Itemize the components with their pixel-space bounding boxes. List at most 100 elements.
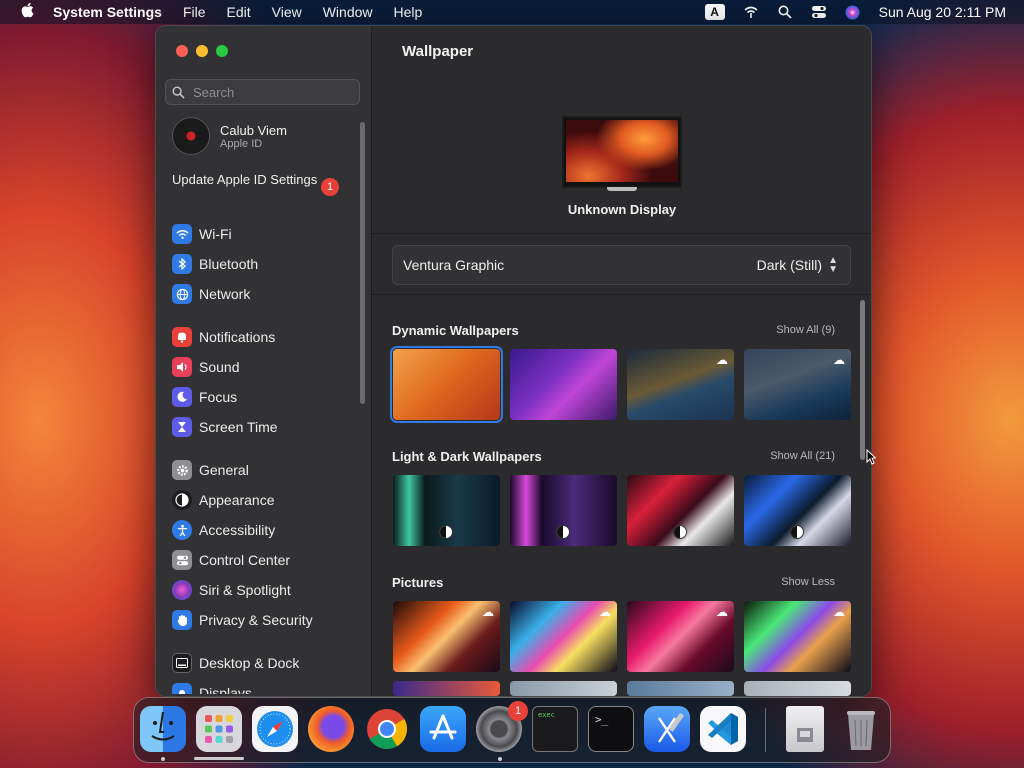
dock-icon	[172, 653, 192, 673]
apple-menu-icon[interactable]	[18, 2, 36, 23]
wallpaper-thumb[interactable]	[510, 349, 617, 420]
sidebar-item-label: Accessibility	[199, 522, 276, 538]
running-indicator	[498, 757, 502, 761]
wallpaper-thumb[interactable]	[627, 681, 734, 696]
dock-trash-icon[interactable]	[838, 706, 884, 752]
sidebar-item-displays[interactable]: Displays	[172, 682, 252, 694]
wallpaper-thumb[interactable]	[744, 475, 851, 546]
sidebar-item-siri-spotlight[interactable]: Siri & Spotlight	[172, 579, 291, 601]
sidebar-item-wifi[interactable]: Wi-Fi	[172, 223, 232, 245]
wallpaper-thumb[interactable]: ☁	[510, 601, 617, 672]
download-cloud-icon[interactable]: ☁	[716, 353, 728, 367]
clock[interactable]: Sun Aug 20 2:11 PM	[879, 4, 1006, 20]
wallpaper-thumb[interactable]: ☁	[393, 601, 500, 672]
sidebar-item-screen-time[interactable]: Screen Time	[172, 416, 278, 438]
wallpaper-style-select[interactable]: Ventura Graphic Dark (Still) ▲ ▼	[392, 245, 851, 285]
dock-firefox-icon[interactable]	[308, 706, 354, 752]
control-center-icon[interactable]	[811, 4, 827, 20]
dock-script-editor-icon[interactable]: exec	[532, 706, 578, 752]
display-preview	[562, 116, 682, 188]
sidebar-item-desktop-dock[interactable]: Desktop & Dock	[172, 652, 299, 674]
current-wallpaper-name: Ventura Graphic	[403, 257, 505, 273]
sidebar-item-label: Siri & Spotlight	[199, 582, 291, 598]
wallpaper-thumb[interactable]: ☁	[744, 349, 851, 420]
hand-icon	[172, 610, 192, 630]
control-center-icon	[172, 550, 192, 570]
sidebar-item-label: Control Center	[199, 552, 291, 568]
dock-safari-icon[interactable]	[252, 706, 298, 752]
wallpaper-thumb[interactable]	[744, 681, 851, 696]
sidebar-scrollbar[interactable]	[360, 122, 365, 404]
siri-icon[interactable]	[845, 4, 861, 20]
zoom-button[interactable]	[216, 45, 228, 57]
wallpaper-thumb[interactable]	[627, 475, 734, 546]
search-icon	[172, 86, 185, 99]
stepper-chevron-icon[interactable]: ▲ ▼	[828, 256, 838, 275]
sidebar-item-focus[interactable]: Focus	[172, 386, 237, 408]
wallpaper-thumb[interactable]	[393, 475, 500, 546]
input-source-icon[interactable]: A	[704, 4, 725, 20]
dock-finder-icon[interactable]	[140, 706, 186, 752]
download-cloud-icon[interactable]: ☁	[599, 605, 611, 619]
wallpaper-thumb[interactable]: ☁	[744, 601, 851, 672]
dock-vscode-icon[interactable]	[700, 706, 746, 752]
sidebar-item-accessibility[interactable]: Accessibility	[172, 519, 275, 541]
page-title: Wallpaper	[402, 43, 474, 60]
wallpaper-thumb[interactable]: ☁	[627, 349, 734, 420]
dock-files-icon[interactable]	[786, 706, 824, 752]
app-menu[interactable]: System Settings	[53, 4, 162, 20]
sidebar-item-bluetooth[interactable]: Bluetooth	[172, 253, 258, 275]
sidebar-list: Calub Viem Apple ID Update Apple ID Sett…	[156, 114, 361, 694]
sidebar-item-control-center[interactable]: Control Center	[172, 549, 290, 571]
wallpaper-thumb[interactable]	[510, 475, 617, 546]
wifi-status-icon[interactable]	[743, 4, 759, 20]
bell-icon	[172, 327, 192, 347]
close-button[interactable]	[176, 45, 188, 57]
apple-id-account[interactable]: Calub Viem Apple ID	[172, 117, 287, 155]
wallpaper-thumb[interactable]	[510, 681, 617, 696]
download-cloud-icon[interactable]: ☁	[833, 353, 845, 367]
dock-app-store-icon[interactable]	[420, 706, 466, 752]
sidebar-item-label: Desktop & Dock	[199, 655, 300, 671]
sidebar-item-privacy-security[interactable]: Privacy & Security	[172, 609, 313, 631]
accessibility-icon	[172, 520, 192, 540]
wallpaper-thumb[interactable]	[393, 681, 500, 696]
siri-icon	[172, 580, 192, 600]
content-scrollbar[interactable]	[860, 300, 865, 460]
menu-window[interactable]: Window	[323, 4, 373, 20]
wallpaper-thumb[interactable]	[390, 346, 503, 423]
download-cloud-icon[interactable]: ☁	[833, 605, 845, 619]
sidebar-item-network[interactable]: Network	[172, 283, 250, 305]
menu-file[interactable]: File	[183, 4, 206, 20]
wallpaper-thumb[interactable]: ☁	[627, 601, 734, 672]
avatar	[172, 117, 210, 155]
search-input[interactable]	[191, 83, 355, 101]
update-apple-id-settings[interactable]: Update Apple ID Settings	[172, 172, 342, 188]
account-name: Calub Viem	[220, 122, 287, 138]
show-all-dynamic-button[interactable]: Show All (9)	[776, 324, 835, 336]
menu-bar: System Settings File Edit View Window He…	[0, 0, 1024, 24]
search-field[interactable]	[165, 79, 360, 105]
spotlight-search-icon[interactable]	[777, 4, 793, 20]
sidebar-item-general[interactable]: General	[172, 459, 249, 481]
menu-view[interactable]: View	[272, 4, 302, 20]
menu-help[interactable]: Help	[394, 4, 423, 20]
hourglass-icon	[172, 417, 192, 437]
menu-edit[interactable]: Edit	[227, 4, 251, 20]
show-less-pictures-button[interactable]: Show Less	[781, 576, 835, 588]
appearance-icon	[172, 490, 192, 510]
appearance-mode-value[interactable]: Dark (Still)	[757, 257, 822, 273]
dock-separator	[765, 708, 766, 752]
sidebar-item-appearance[interactable]: Appearance	[172, 489, 275, 511]
moon-icon	[172, 387, 192, 407]
minimize-button[interactable]	[196, 45, 208, 57]
dock-chrome-icon[interactable]	[364, 706, 410, 752]
sidebar-item-notifications[interactable]: Notifications	[172, 326, 275, 348]
dock-launchpad-icon[interactable]	[196, 706, 242, 752]
sidebar-item-sound[interactable]: Sound	[172, 356, 239, 378]
dock-xcode-icon[interactable]	[644, 706, 690, 752]
download-cloud-icon[interactable]: ☁	[716, 605, 728, 619]
show-all-light-dark-button[interactable]: Show All (21)	[770, 450, 835, 462]
dock-terminal-icon[interactable]: >_	[588, 706, 634, 752]
download-cloud-icon[interactable]: ☁	[482, 605, 494, 619]
